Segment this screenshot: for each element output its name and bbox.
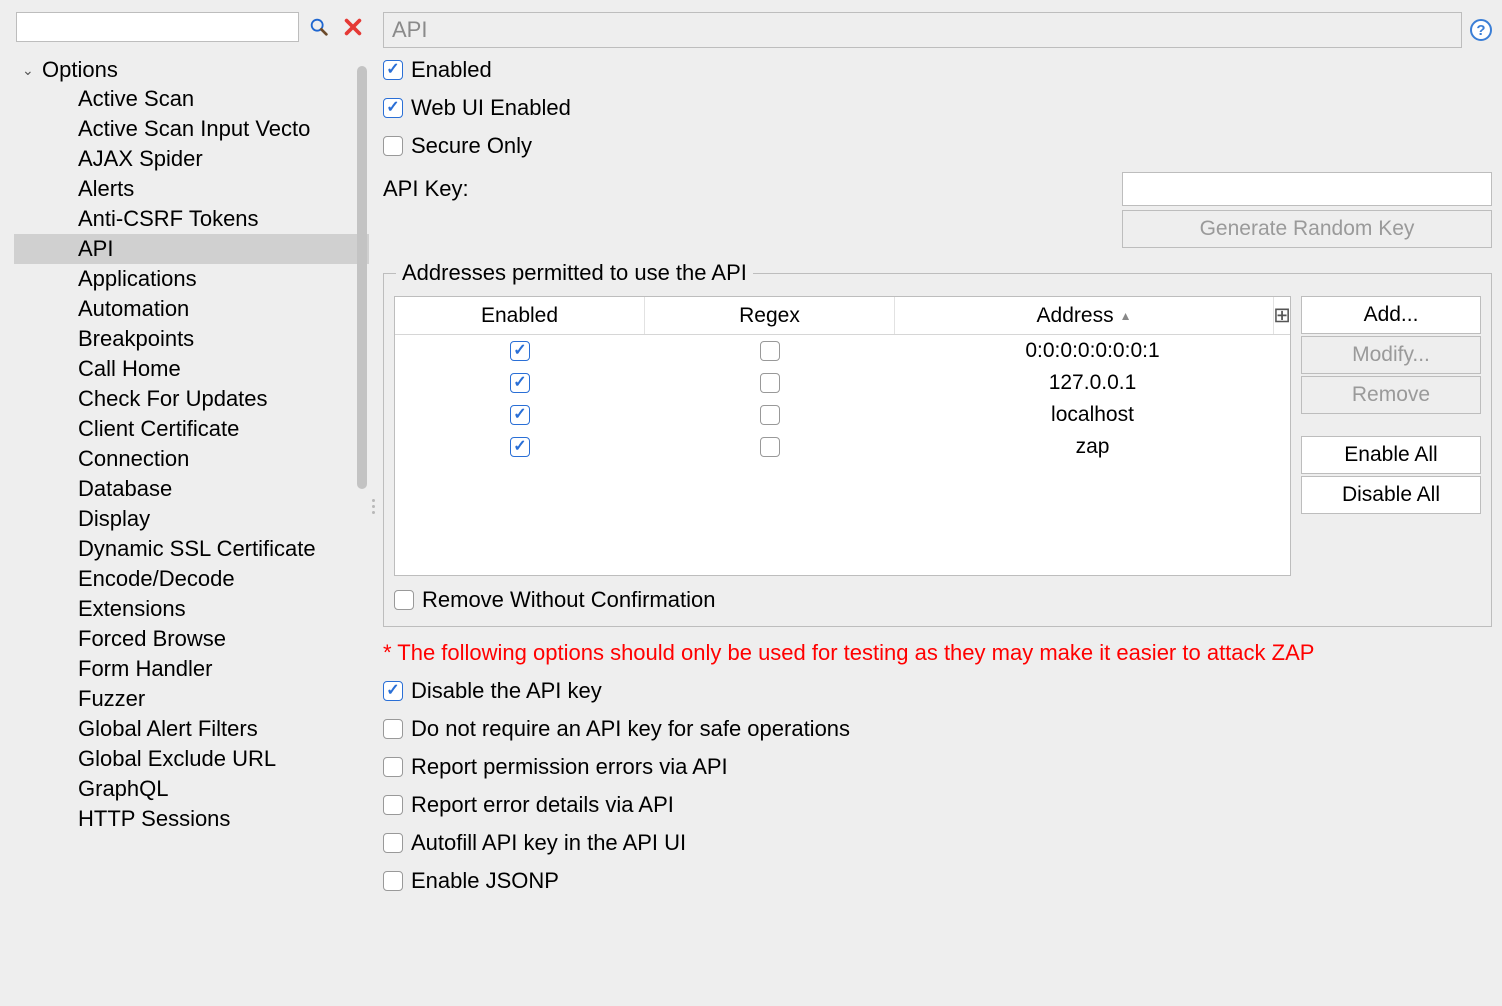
no-key-safe-checkbox[interactable]: [383, 719, 403, 739]
options-sidebar: ⌄ Options Active ScanActive Scan Input V…: [14, 6, 369, 1006]
options-tree: ⌄ Options Active ScanActive Scan Input V…: [14, 48, 369, 1006]
tree-item[interactable]: Client Certificate: [14, 414, 369, 444]
secure-only-label: Secure Only: [411, 133, 532, 159]
disable-api-key-label: Disable the API key: [411, 678, 602, 704]
remove-button[interactable]: Remove: [1301, 376, 1481, 414]
add-button[interactable]: Add...: [1301, 296, 1481, 334]
addresses-fieldset: Addresses permitted to use the API Enabl…: [383, 260, 1492, 627]
tree-item[interactable]: AJAX Spider: [14, 144, 369, 174]
row-enabled-checkbox[interactable]: [510, 437, 530, 457]
api-key-label: API Key:: [383, 172, 469, 202]
tree-item[interactable]: Alerts: [14, 174, 369, 204]
row-address-value: 0:0:0:0:0:0:0:1: [895, 335, 1290, 367]
enabled-checkbox[interactable]: [383, 60, 403, 80]
tree-item[interactable]: Global Alert Filters: [14, 714, 369, 744]
chevron-down-icon: ⌄: [22, 63, 36, 77]
remove-without-confirmation-label: Remove Without Confirmation: [422, 587, 715, 613]
secure-only-checkbox[interactable]: [383, 136, 403, 156]
enabled-label: Enabled: [411, 57, 492, 83]
report-error-details-label: Report error details via API: [411, 792, 674, 818]
webui-enabled-checkbox[interactable]: [383, 98, 403, 118]
report-permission-errors-label: Report permission errors via API: [411, 754, 728, 780]
tree-item[interactable]: Global Exclude URL: [14, 744, 369, 774]
search-icon[interactable]: [305, 13, 333, 41]
help-icon[interactable]: ?: [1470, 19, 1492, 41]
autofill-api-key-checkbox[interactable]: [383, 833, 403, 853]
tree-item[interactable]: API: [14, 234, 369, 264]
tree-item[interactable]: Active Scan Input Vecto: [14, 114, 369, 144]
tree-item[interactable]: Dynamic SSL Certificate: [14, 534, 369, 564]
row-regex-checkbox[interactable]: [760, 373, 780, 393]
row-regex-checkbox[interactable]: [760, 341, 780, 361]
tree-item[interactable]: Forced Browse: [14, 624, 369, 654]
enable-all-button[interactable]: Enable All: [1301, 436, 1481, 474]
table-row[interactable]: 0:0:0:0:0:0:0:1: [395, 335, 1290, 367]
warning-text: * The following options should only be u…: [383, 639, 1492, 667]
tree-item[interactable]: Call Home: [14, 354, 369, 384]
tree-item[interactable]: Applications: [14, 264, 369, 294]
tree-item[interactable]: Anti-CSRF Tokens: [14, 204, 369, 234]
tree-item[interactable]: Display: [14, 504, 369, 534]
tree-root-label: Options: [42, 59, 118, 81]
api-key-input[interactable]: [1122, 172, 1492, 206]
sort-asc-icon: ▲: [1120, 309, 1132, 323]
col-header-address[interactable]: Address ▲: [895, 297, 1274, 334]
row-address-value: zap: [895, 431, 1290, 463]
disable-api-key-checkbox[interactable]: [383, 681, 403, 701]
webui-enabled-label: Web UI Enabled: [411, 95, 571, 121]
tree-item[interactable]: GraphQL: [14, 774, 369, 804]
no-key-safe-label: Do not require an API key for safe opera…: [411, 716, 850, 742]
tree-item[interactable]: Extensions: [14, 594, 369, 624]
tree-item[interactable]: Fuzzer: [14, 684, 369, 714]
row-enabled-checkbox[interactable]: [510, 405, 530, 425]
row-address-value: 127.0.0.1: [895, 367, 1290, 399]
report-error-details-checkbox[interactable]: [383, 795, 403, 815]
row-regex-checkbox[interactable]: [760, 405, 780, 425]
addresses-legend: Addresses permitted to use the API: [396, 260, 753, 286]
sidebar-scrollbar[interactable]: [355, 66, 369, 1006]
tree-item[interactable]: Connection: [14, 444, 369, 474]
tree-item[interactable]: Form Handler: [14, 654, 369, 684]
addresses-table: Enabled Regex Address ▲ ⊞ 0:0:0:0:0:0:0:…: [394, 296, 1291, 576]
report-permission-errors-checkbox[interactable]: [383, 757, 403, 777]
tree-item[interactable]: Active Scan: [14, 84, 369, 114]
disable-all-button[interactable]: Disable All: [1301, 476, 1481, 514]
tree-item[interactable]: Database: [14, 474, 369, 504]
col-header-enabled[interactable]: Enabled: [395, 297, 645, 334]
generate-random-key-button[interactable]: Generate Random Key: [1122, 210, 1492, 248]
enable-jsonp-checkbox[interactable]: [383, 871, 403, 891]
tree-item[interactable]: Automation: [14, 294, 369, 324]
tree-item[interactable]: Breakpoints: [14, 324, 369, 354]
enable-jsonp-label: Enable JSONP: [411, 868, 559, 894]
autofill-api-key-label: Autofill API key in the API UI: [411, 830, 686, 856]
table-row[interactable]: 127.0.0.1: [395, 367, 1290, 399]
table-row[interactable]: zap: [395, 431, 1290, 463]
row-enabled-checkbox[interactable]: [510, 341, 530, 361]
options-content-panel: API ? Enabled Web UI Enabled Secure Only…: [369, 6, 1502, 1006]
col-header-regex[interactable]: Regex: [645, 297, 895, 334]
modify-button[interactable]: Modify...: [1301, 336, 1481, 374]
table-options-icon[interactable]: ⊞: [1274, 297, 1290, 334]
table-row[interactable]: localhost: [395, 399, 1290, 431]
tree-item[interactable]: Check For Updates: [14, 384, 369, 414]
row-address-value: localhost: [895, 399, 1290, 431]
row-regex-checkbox[interactable]: [760, 437, 780, 457]
row-enabled-checkbox[interactable]: [510, 373, 530, 393]
options-search-input[interactable]: [16, 12, 299, 42]
clear-icon[interactable]: [339, 13, 367, 41]
panel-title: API: [383, 12, 1462, 48]
tree-item[interactable]: HTTP Sessions: [14, 804, 369, 834]
remove-without-confirmation-checkbox[interactable]: [394, 590, 414, 610]
tree-root-options[interactable]: ⌄ Options: [14, 56, 369, 84]
tree-item[interactable]: Encode/Decode: [14, 564, 369, 594]
